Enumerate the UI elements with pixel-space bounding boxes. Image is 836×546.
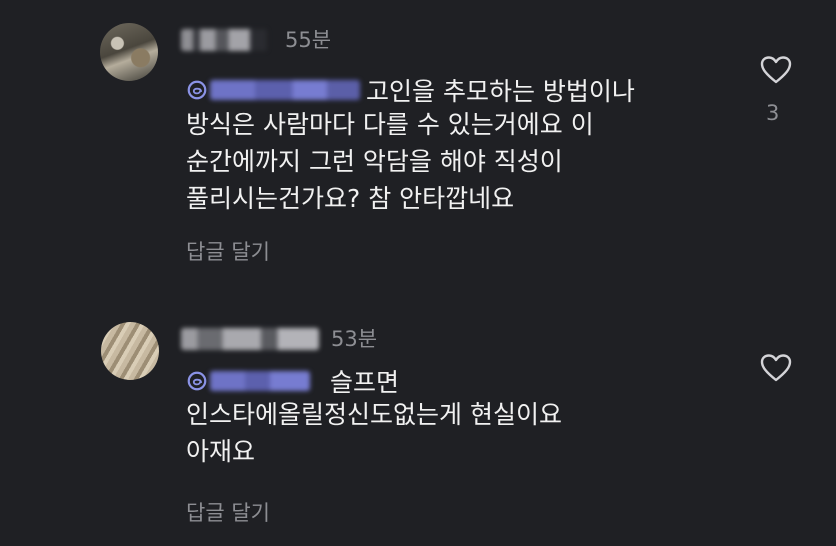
comment-text-first: 고인을 추모하는 방법이나 — [366, 77, 635, 106]
username-blurred[interactable] — [181, 29, 267, 51]
threads-icon — [187, 371, 207, 391]
heart-icon[interactable] — [760, 354, 792, 382]
comment-time: 55분 — [285, 28, 332, 52]
comment-item: 55분 고인을 추모하는 방법이나 방식은 사람마다 다를 수 있는거에요 이 … — [0, 0, 836, 290]
mention-link-blurred[interactable] — [210, 371, 310, 391]
comment-text-line: 순간에까지 그런 악담을 해야 직성이 — [186, 147, 563, 176]
comment-body: 방식은 사람마다 다를 수 있는거에요 이 순간에까지 그런 악담을 해야 직성… — [186, 106, 594, 217]
avatar[interactable] — [101, 322, 159, 380]
comment-text-first: 슬프면 — [330, 368, 400, 397]
avatar[interactable] — [100, 23, 158, 81]
reply-button[interactable]: 답글 달기 — [186, 497, 270, 527]
comment-text-line: 아재요 — [186, 437, 256, 466]
comment-text-line: 인스타에올릴정신도없는게 현실이요 — [186, 400, 562, 429]
reply-button[interactable]: 답글 달기 — [186, 236, 270, 266]
threads-icon — [187, 80, 207, 100]
comment-item: 53분 슬프면 인스타에올릴정신도없는게 현실이요 아재요 답글 달기 — [0, 290, 836, 546]
comment-text-line: 방식은 사람마다 다를 수 있는거에요 이 — [186, 110, 594, 139]
comment-time: 53분 — [331, 327, 378, 351]
comment-first-line: 슬프면 — [186, 363, 399, 399]
mention-link-blurred[interactable] — [210, 80, 360, 100]
username-blurred[interactable] — [181, 328, 319, 350]
like-count: 3 — [766, 101, 780, 125]
comment-body: 인스타에올릴정신도없는게 현실이요 아재요 — [186, 396, 562, 470]
comment-text-line: 풀리시는건가요? 참 안타깝네요 — [186, 184, 515, 213]
heart-icon[interactable] — [760, 56, 792, 84]
comment-first-line: 고인을 추모하는 방법이나 — [186, 72, 635, 108]
